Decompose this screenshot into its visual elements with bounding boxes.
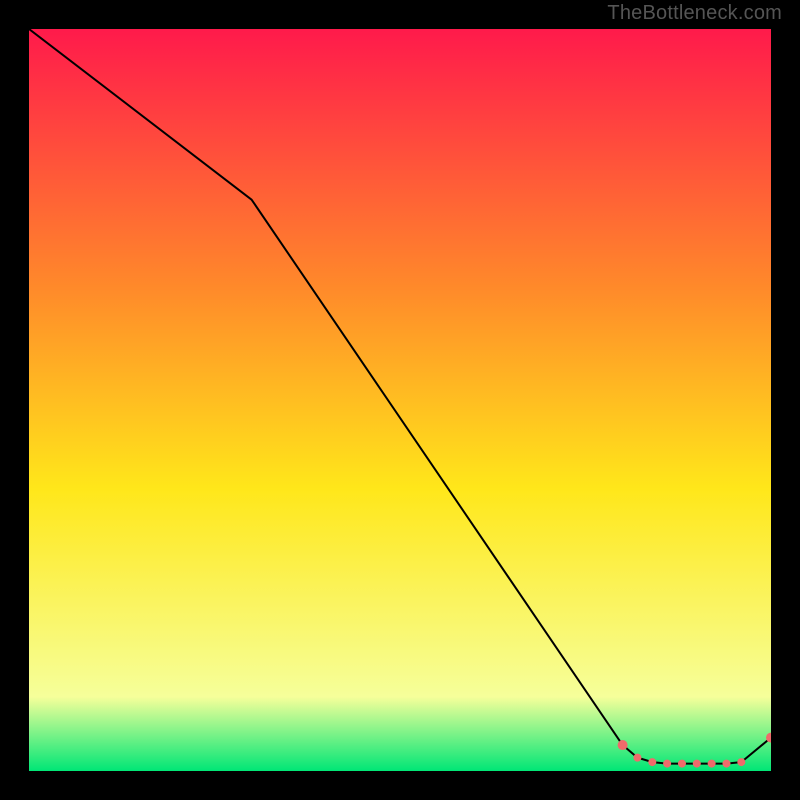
data-point (678, 760, 686, 768)
branding-watermark: TheBottleneck.com (607, 2, 782, 25)
data-point (618, 740, 628, 750)
chart-svg (29, 29, 771, 771)
gradient-background (29, 29, 771, 771)
data-point (722, 760, 730, 768)
data-point (708, 760, 716, 768)
data-point (633, 754, 641, 762)
data-point (693, 760, 701, 768)
chart-frame: TheBottleneck.com (0, 0, 800, 800)
plot-area (29, 29, 771, 771)
data-point (663, 760, 671, 768)
data-point (737, 758, 745, 766)
data-point (648, 758, 656, 766)
